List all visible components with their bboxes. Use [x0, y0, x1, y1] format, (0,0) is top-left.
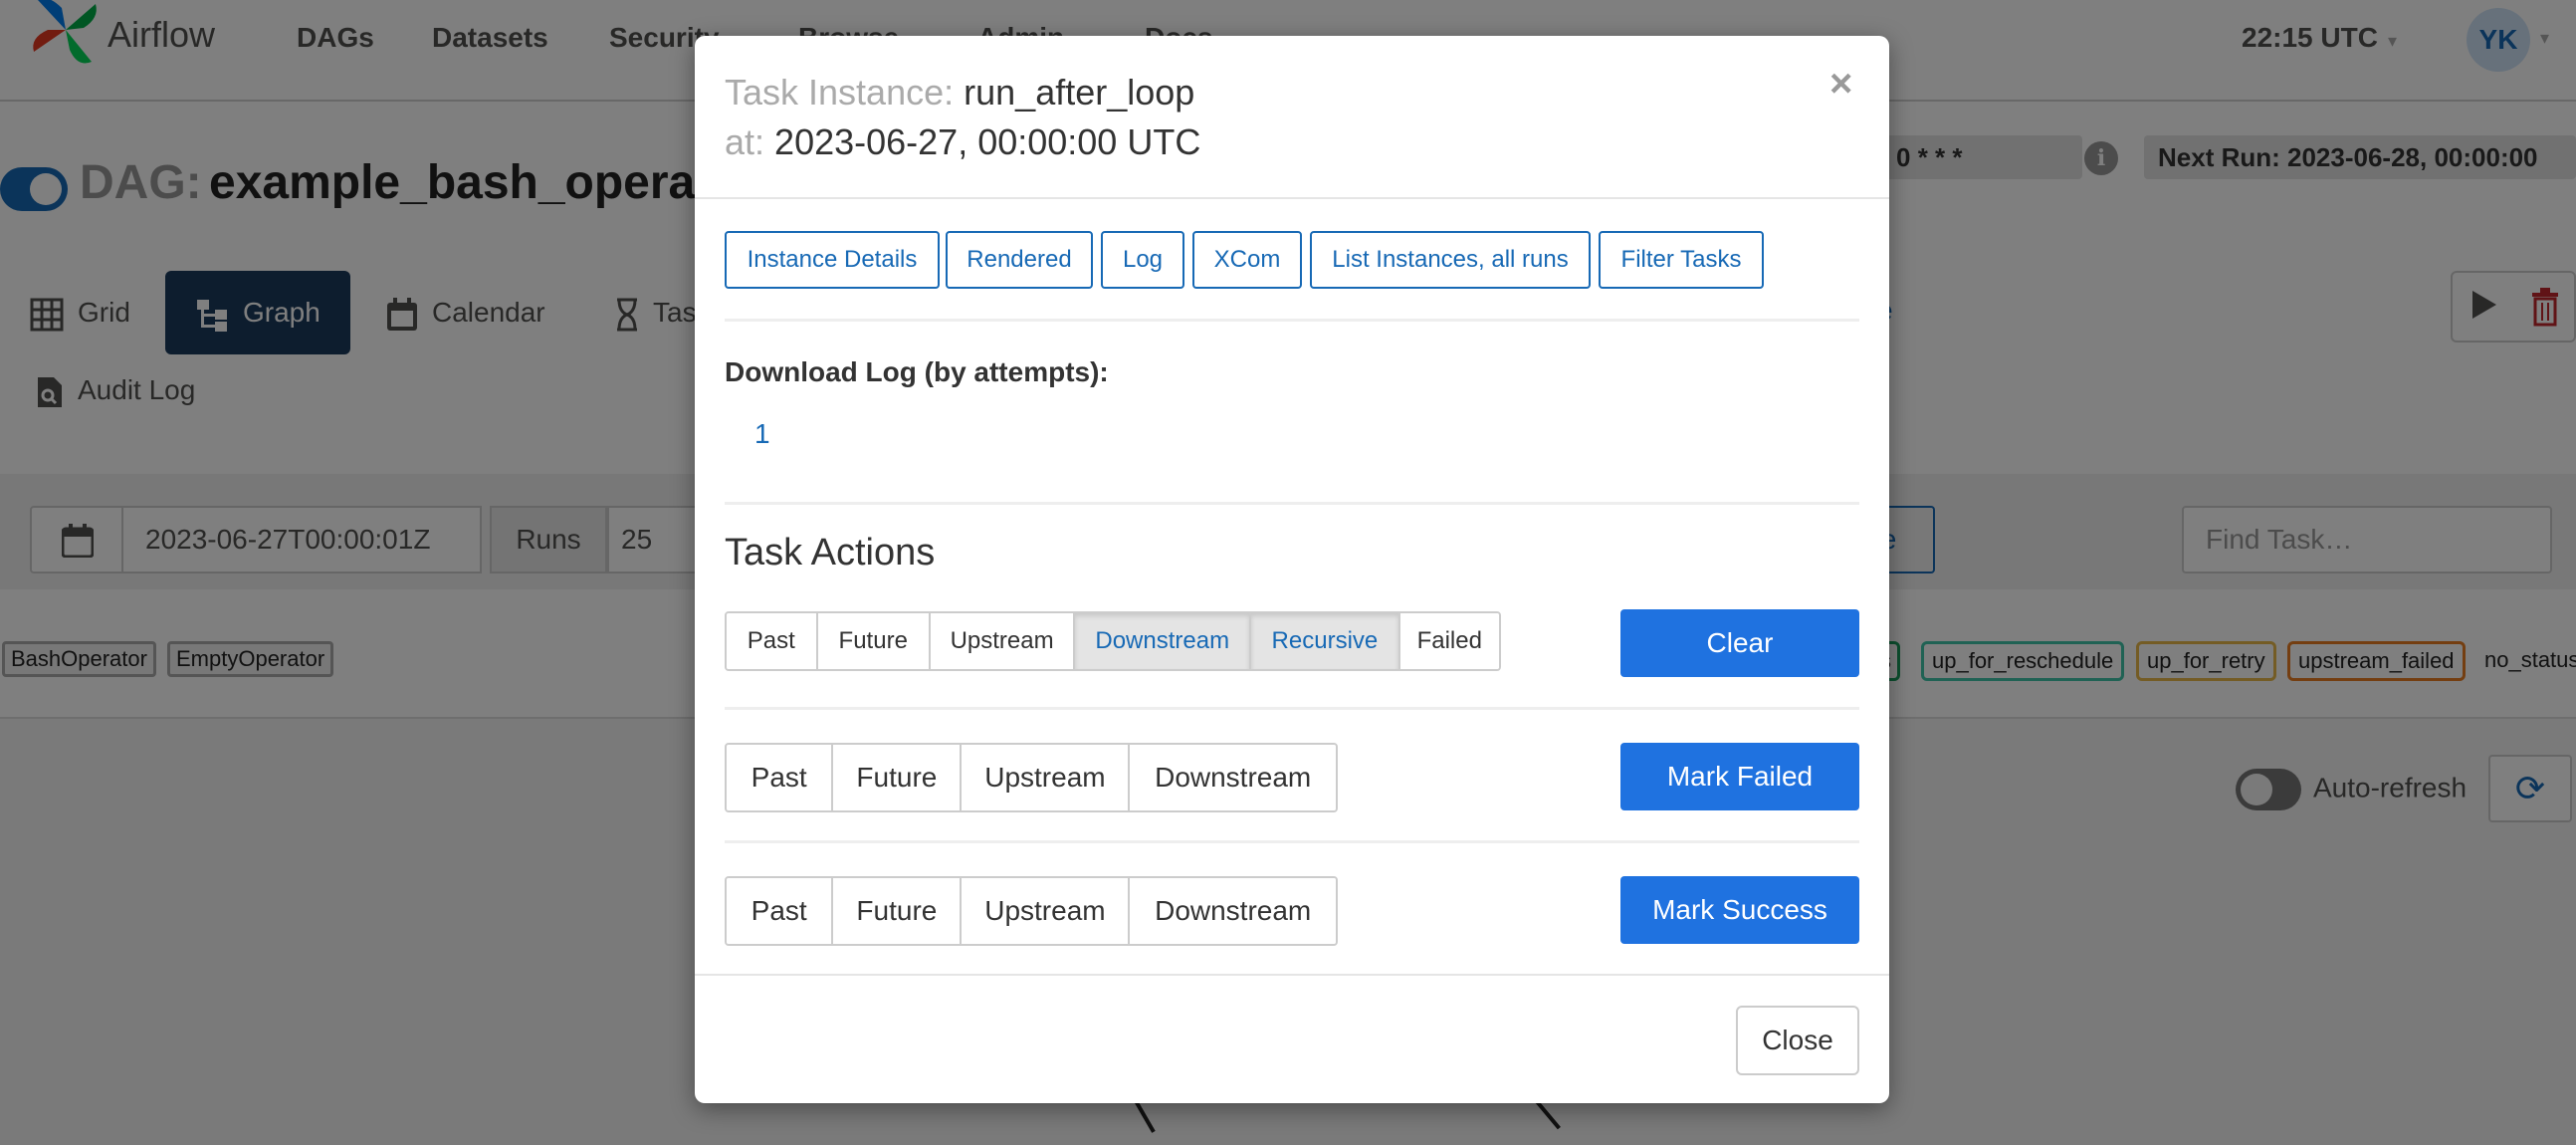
close-icon[interactable]: ×: [1829, 64, 1852, 104]
clear-button[interactable]: Clear: [1620, 609, 1859, 677]
failed-future-toggle[interactable]: Future: [833, 745, 963, 810]
instance-details-button[interactable]: Instance Details: [725, 231, 940, 289]
clear-past-toggle[interactable]: Past: [727, 613, 818, 669]
modal-title: Task Instance: run_after_loop: [725, 72, 1194, 114]
mark-success-options-group: Past Future Upstream Downstream: [725, 876, 1338, 946]
task-instance-modal: Task Instance: run_after_loop at: 2023-0…: [695, 36, 1889, 1103]
success-upstream-toggle[interactable]: Upstream: [962, 878, 1131, 944]
rendered-button[interactable]: Rendered: [946, 231, 1093, 289]
mark-failed-options-group: Past Future Upstream Downstream: [725, 743, 1338, 812]
download-log-title: Download Log (by attempts):: [725, 356, 1109, 387]
divider: [725, 319, 1859, 322]
clear-upstream-toggle[interactable]: Upstream: [930, 613, 1076, 669]
xcom-button[interactable]: XCom: [1192, 231, 1302, 289]
clear-failed-toggle[interactable]: Failed: [1399, 613, 1499, 669]
clear-future-toggle[interactable]: Future: [817, 613, 931, 669]
failed-downstream-toggle[interactable]: Downstream: [1130, 745, 1336, 810]
modal-title-label: Task Instance:: [725, 72, 955, 113]
failed-upstream-toggle[interactable]: Upstream: [962, 745, 1131, 810]
download-attempt-link[interactable]: 1: [754, 418, 770, 450]
modal-at-label: at:: [725, 121, 765, 162]
divider: [725, 502, 1859, 505]
clear-recursive-toggle[interactable]: Recursive: [1251, 613, 1400, 669]
divider: [725, 840, 1859, 843]
clear-options-group: Past Future Upstream Downstream Recursiv…: [725, 611, 1501, 671]
clear-downstream-toggle[interactable]: Downstream: [1075, 613, 1252, 669]
filter-tasks-button[interactable]: Filter Tasks: [1599, 231, 1764, 289]
log-button[interactable]: Log: [1101, 231, 1184, 289]
mark-success-button[interactable]: Mark Success: [1620, 876, 1859, 944]
modal-header: Task Instance: run_after_loop at: 2023-0…: [695, 36, 1889, 199]
task-actions-title: Task Actions: [725, 532, 936, 573]
modal-footer: Close: [695, 974, 1889, 1103]
failed-past-toggle[interactable]: Past: [727, 745, 834, 810]
list-instances-button[interactable]: List Instances, all runs: [1310, 231, 1591, 289]
success-downstream-toggle[interactable]: Downstream: [1130, 878, 1336, 944]
divider: [725, 707, 1859, 710]
mark-failed-button[interactable]: Mark Failed: [1620, 743, 1859, 810]
success-past-toggle[interactable]: Past: [727, 878, 834, 944]
execution-date: 2023-06-27, 00:00:00 UTC: [774, 121, 1201, 162]
success-future-toggle[interactable]: Future: [833, 878, 963, 944]
modal-subtitle: at: 2023-06-27, 00:00:00 UTC: [725, 121, 1200, 163]
task-id: run_after_loop: [964, 72, 1195, 113]
close-button[interactable]: Close: [1736, 1006, 1859, 1075]
